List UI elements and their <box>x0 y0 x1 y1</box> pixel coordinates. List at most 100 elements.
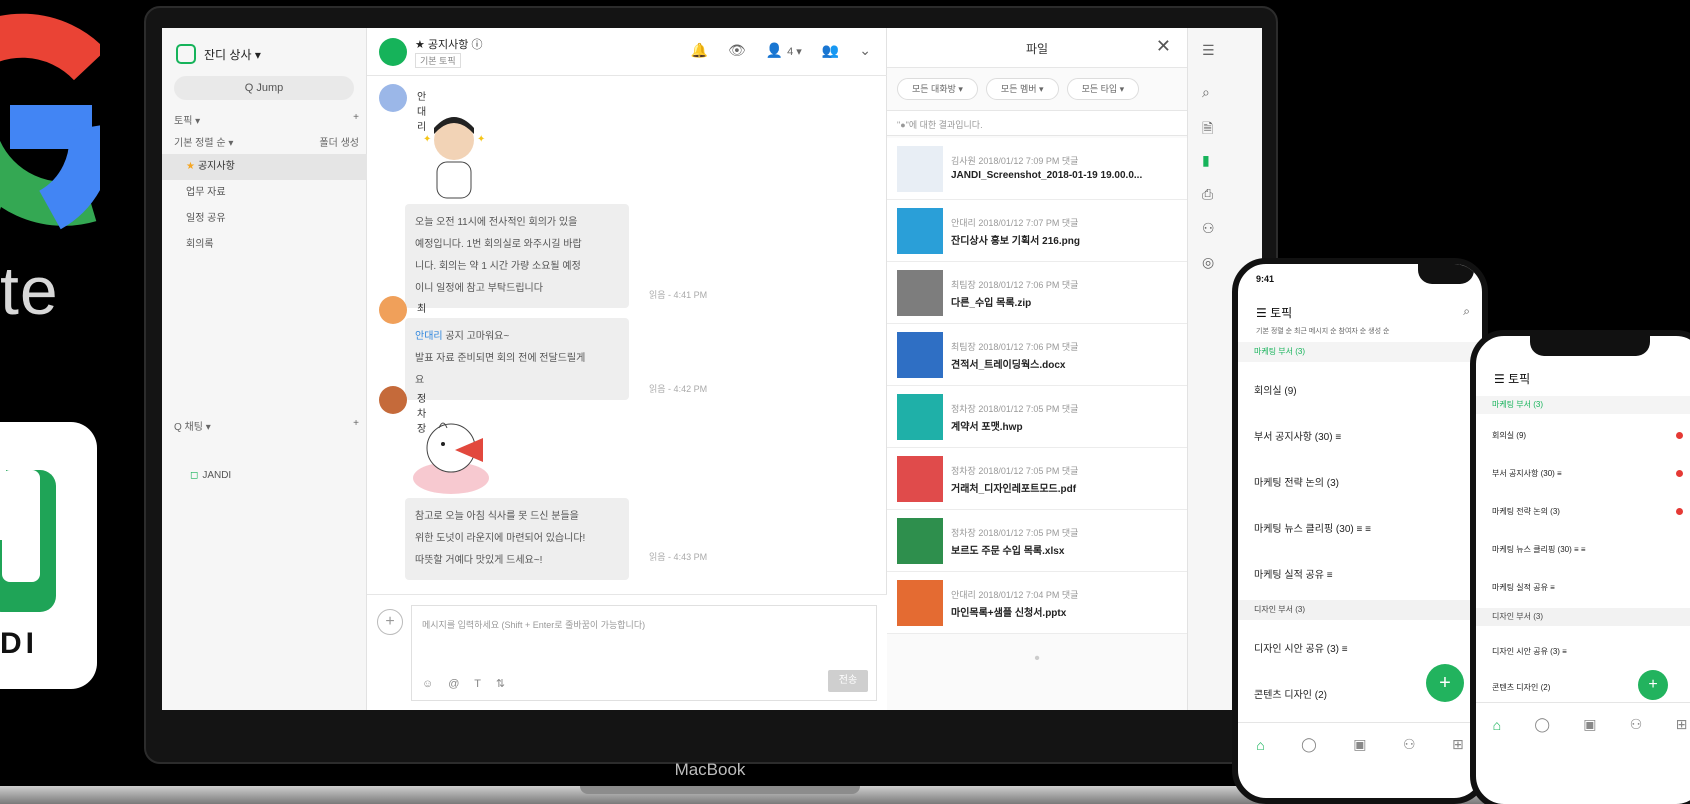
section-marketing[interactable]: 마케팅 부서 (3) <box>1238 342 1482 362</box>
left-sidebar: 잔디 상사 ▾ Q Jump 토픽 ▾ + 기본 정렬 순 ▾ 폴더 생성 ★ 공… <box>162 28 367 710</box>
phone-topic-item[interactable]: 마케팅 실적 공유 ≡ <box>1254 566 1333 581</box>
file-name[interactable]: 다른_수입 목록.zip <box>951 294 1031 309</box>
file-name[interactable]: JANDI_Screenshot_2018-01-19 19.00.0... <box>951 170 1142 181</box>
laptop-notch <box>580 786 860 794</box>
compose-toolbar[interactable]: ☺ @ T ⇅ <box>422 677 511 690</box>
file-row[interactable]: 안대리 2018/01/12 7:07 PM 댓글 잔디상사 홍보 기획서 216… <box>887 200 1187 262</box>
close-icon[interactable]: ✕ <box>1156 36 1171 57</box>
bell-icon[interactable]: 🔔 <box>691 42 708 59</box>
phone-notch <box>1530 336 1650 356</box>
file-name[interactable]: 계약서 포맷.hwp <box>951 418 1023 433</box>
team-switcher[interactable]: 잔디 상사 ▾ <box>176 40 261 68</box>
phone-topic-item[interactable]: 마케팅 뉴스 클리핑 (30) ≡ ≡ <box>1492 544 1586 555</box>
topic-tab-icon[interactable]: ⌂ <box>1493 717 1501 733</box>
dm-item-jandi[interactable]: ◻ JANDI <box>190 470 231 481</box>
sidebar-topic-schedule[interactable]: 일정 공유 <box>162 206 367 232</box>
file-icon[interactable]: ▮ <box>1202 152 1210 169</box>
bookmark-icon[interactable]: 🗎 <box>1202 118 1213 142</box>
filter-members[interactable]: 모든 멤버 ▾ <box>985 78 1059 100</box>
search-icon[interactable]: ⌕ <box>1202 84 1210 101</box>
add-chat-icon[interactable]: + <box>353 418 359 433</box>
file-row[interactable]: 정차장 2018/01/12 7:05 PM 댓글 계약서 포맷.hwp <box>887 386 1187 448</box>
sidebar-topic-minutes[interactable]: 회의록 <box>162 232 367 258</box>
menu-icon[interactable]: ☰ <box>1202 42 1215 59</box>
file-tab-icon[interactable]: ▣ <box>1583 716 1596 733</box>
attach-plus-button[interactable]: + <box>377 609 403 635</box>
more-tab-icon[interactable]: ⊞ <box>1676 716 1688 733</box>
add-fab-button[interactable]: + <box>1426 664 1464 702</box>
avatar <box>379 386 407 414</box>
dm-section-header[interactable]: Q 채팅 ▾ + <box>174 418 359 433</box>
room-title[interactable]: ★ 공지사항 ⓘ <box>415 36 482 52</box>
chat-header-actions: 🔔 👁 👤 4 ▾ 👥 ⌄ <box>691 42 871 59</box>
message-input[interactable]: 메시지를 입력하세요 (Shift + Enter로 줄바꿈이 가능합니다) ☺… <box>411 605 877 701</box>
sort-tabs[interactable]: 기본 정렬 순 최근 메시지 순 참여자 순 생성 순 <box>1256 326 1389 336</box>
file-row[interactable]: 김사원 2018/01/12 7:09 PM 댓글 JANDI_Screensho… <box>887 138 1187 200</box>
more-tab-icon[interactable]: ⊞ <box>1452 736 1464 753</box>
chevron-down-icon[interactable]: ⌄ <box>859 42 871 59</box>
phone-topic-item[interactable]: 콘텐츠 디자인 (2) <box>1254 686 1327 701</box>
add-fab-button[interactable]: + <box>1638 670 1668 700</box>
phone-topic-item[interactable]: 마케팅 실적 공유 ≡ <box>1492 582 1555 593</box>
jump-search[interactable]: Q Jump <box>174 76 354 100</box>
file-name[interactable]: 마인목록+샘플 신청서.pptx <box>951 604 1066 619</box>
file-row[interactable]: 정차장 2018/01/12 7:05 PM 댓글 거래처_디자인레포트모드.pd… <box>887 448 1187 510</box>
phone-topic-item[interactable]: 마케팅 전략 논의 (3) <box>1254 474 1339 489</box>
phone-topic-item[interactable]: 부서 공지사항 (30) ≡ <box>1254 428 1341 443</box>
member-tab-icon[interactable]: ⚇ <box>1630 716 1643 733</box>
file-name[interactable]: 잔디상사 홍보 기획서 216.png <box>951 232 1080 247</box>
phone-tabbar: ⌂ ◯ ▣ ⚇ ⊞ <box>1476 702 1690 746</box>
chat-tab-icon[interactable]: ◯ <box>1534 716 1550 733</box>
scroll-end-dot: • <box>1034 650 1040 667</box>
file-name[interactable]: 보르도 주문 수입 목록.xlsx <box>951 542 1064 557</box>
file-row[interactable]: 최팀장 2018/01/12 7:06 PM 댓글 견적서_트레이딩웍스.docx <box>887 324 1187 386</box>
file-row[interactable]: 안대리 2018/01/12 7:04 PM 댓글 마인목록+샘플 신청서.ppt… <box>887 572 1187 634</box>
phone-topic-item[interactable]: 마케팅 뉴스 클리핑 (30) ≡ ≡ <box>1254 520 1371 535</box>
eye-icon[interactable]: 👁 <box>728 42 746 59</box>
chat-tab-icon[interactable]: ◯ <box>1301 736 1317 753</box>
search-icon[interactable]: ⌕ <box>1463 304 1470 319</box>
file-tab-icon[interactable]: ▣ <box>1353 736 1366 753</box>
message-bubble: 오늘 오전 11시에 전사적인 회의가 있을 예정입니다. 1번 회의실로 와주… <box>405 204 629 308</box>
phone-title[interactable]: ☰ 토픽 <box>1256 304 1292 321</box>
topic-tab-icon[interactable]: ⌂ <box>1256 737 1264 753</box>
phone-topic-item[interactable]: 마케팅 전략 논의 (3) <box>1492 506 1560 517</box>
status-time: 9:41 <box>1256 274 1275 284</box>
mention-link[interactable]: 안대리 <box>415 331 443 342</box>
file-row[interactable]: 정차장 2018/01/12 7:05 PM 댓글 보르도 주문 수입 목록.xl… <box>887 510 1187 572</box>
avatar <box>379 84 407 112</box>
globe-icon[interactable]: ◎ <box>1202 254 1214 271</box>
file-meta: 최팀장 2018/01/12 7:06 PM 댓글 <box>951 280 1079 290</box>
add-member-icon[interactable]: 👥 <box>822 42 839 59</box>
file-name[interactable]: 견적서_트레이딩웍스.docx <box>951 356 1065 371</box>
dm-section-label: Q 채팅 ▾ <box>174 422 211 433</box>
phone-topic-item[interactable]: 디자인 시안 공유 (3) ≡ <box>1492 646 1567 657</box>
member-tab-icon[interactable]: ⚇ <box>1403 736 1416 753</box>
filter-types[interactable]: 모든 타입 ▾ <box>1066 78 1140 100</box>
phone-topic-item[interactable]: 회의실 (9) <box>1254 382 1297 397</box>
members-button[interactable]: 👤 4 ▾ <box>766 42 802 59</box>
sidebar-topic-notice[interactable]: ★ 공지사항 <box>162 154 367 180</box>
section-design[interactable]: 디자인 부서 (3) <box>1238 600 1482 620</box>
printer-icon[interactable]: ⎙ <box>1202 186 1213 203</box>
section-design[interactable]: 디자인 부서 (3) <box>1476 608 1690 626</box>
phone-topic-item[interactable]: 디자인 시안 공유 (3) ≡ <box>1254 640 1348 655</box>
phone-topic-item[interactable]: 콘텐츠 디자인 (2) <box>1492 682 1550 693</box>
topics-section-header[interactable]: 토픽 ▾ + <box>174 112 359 127</box>
file-name[interactable]: 거래처_디자인레포트모드.pdf <box>951 480 1076 495</box>
file-filters: 모든 대화방 ▾ 모든 멤버 ▾ 모든 타입 ▾ <box>897 78 1140 100</box>
file-row[interactable]: 최팀장 2018/01/12 7:06 PM 댓글다른_수입 목록.zip <box>887 262 1187 324</box>
laptop-label: MacBook <box>674 760 746 779</box>
sort-dropdown[interactable]: 기본 정렬 순 ▾ <box>174 134 233 149</box>
phone-topic-item[interactable]: 부서 공지사항 (30) ≡ <box>1492 468 1562 479</box>
send-button[interactable]: 전송 <box>828 670 868 692</box>
phone-topic-item[interactable]: 회의실 (9) <box>1492 430 1526 441</box>
section-marketing[interactable]: 마케팅 부서 (3) <box>1476 396 1690 414</box>
phone-title[interactable]: ☰ 토픽 <box>1494 370 1530 387</box>
filter-rooms[interactable]: 모든 대화방 ▾ <box>897 78 978 100</box>
create-folder-link[interactable]: 폴더 생성 <box>319 134 359 149</box>
add-topic-icon[interactable]: + <box>353 112 359 127</box>
team-icon[interactable]: ⚇ <box>1202 220 1215 237</box>
sidebar-topic-work[interactable]: 업무 자료 <box>162 180 367 206</box>
file-thumbnail <box>897 394 943 440</box>
